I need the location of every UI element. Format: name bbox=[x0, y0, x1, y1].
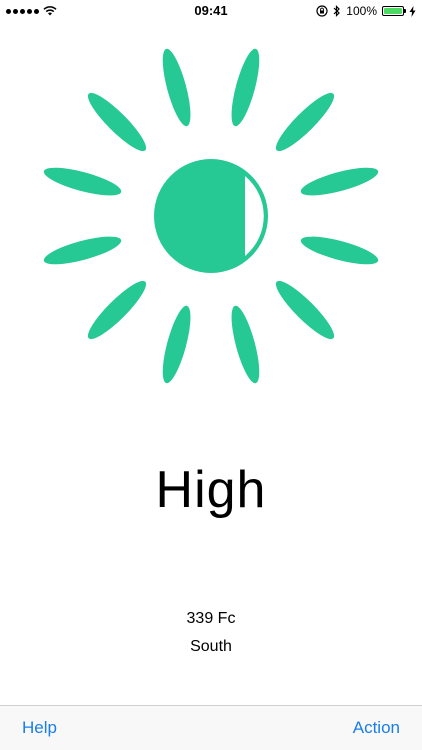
sun-brightness-icon bbox=[43, 48, 379, 384]
sun-ray bbox=[87, 280, 147, 340]
sun-ray bbox=[275, 92, 335, 152]
sun-ray bbox=[275, 280, 335, 340]
sun-ray bbox=[300, 236, 379, 265]
sun-ray bbox=[231, 305, 260, 384]
bluetooth-icon bbox=[333, 5, 341, 17]
sun-ray bbox=[162, 48, 191, 127]
sun-ray bbox=[231, 48, 260, 127]
battery-percentage: 100% bbox=[346, 4, 377, 18]
sun-ray bbox=[43, 167, 122, 196]
sun-ray bbox=[162, 305, 191, 384]
bottom-toolbar: Help Action bbox=[0, 705, 422, 750]
status-right: 100% bbox=[316, 0, 416, 22]
charging-icon bbox=[409, 5, 416, 17]
action-button[interactable]: Action bbox=[353, 706, 400, 750]
light-level-label: High bbox=[155, 461, 267, 519]
status-bar: 09:41 100% bbox=[0, 0, 422, 22]
window-direction: South bbox=[190, 638, 232, 655]
footcandle-reading: 339 Fc bbox=[186, 610, 236, 627]
help-button[interactable]: Help bbox=[22, 706, 57, 750]
sun-ray bbox=[43, 236, 122, 265]
orientation-lock-icon bbox=[316, 5, 328, 17]
sun-ray bbox=[87, 92, 147, 152]
battery-icon bbox=[382, 6, 406, 16]
sun-ray bbox=[300, 167, 379, 196]
